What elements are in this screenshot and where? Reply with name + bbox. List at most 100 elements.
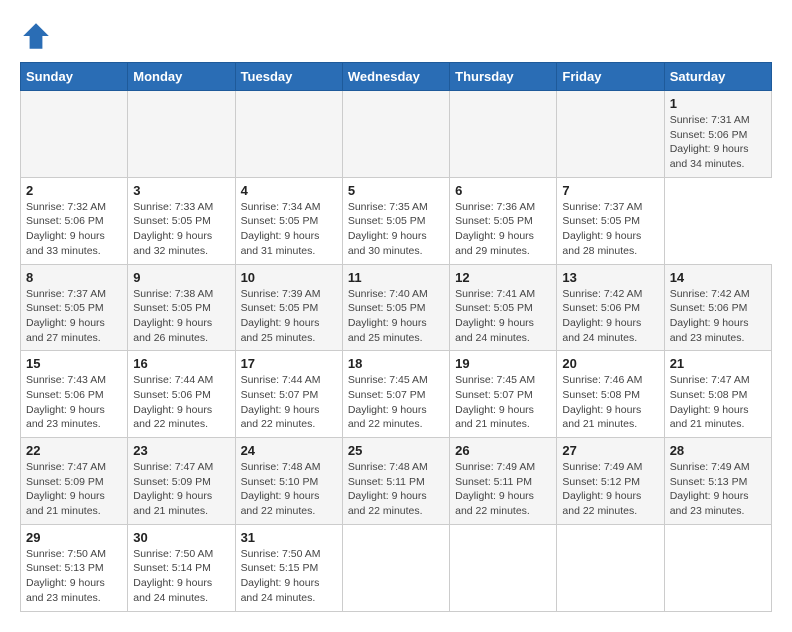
empty-cell <box>342 524 449 611</box>
day-number: 5 <box>348 183 444 198</box>
day-number: 7 <box>562 183 658 198</box>
calendar-header: SundayMondayTuesdayWednesdayThursdayFrid… <box>21 63 772 91</box>
empty-cell <box>664 524 771 611</box>
day-info: Sunrise: 7:37 AMSunset: 5:05 PMDaylight:… <box>562 200 658 259</box>
empty-cell <box>128 91 235 178</box>
day-info: Sunrise: 7:34 AMSunset: 5:05 PMDaylight:… <box>241 200 337 259</box>
day-number: 8 <box>26 270 122 285</box>
day-cell: 27 Sunrise: 7:49 AMSunset: 5:12 PMDayligh… <box>557 438 664 525</box>
day-info: Sunrise: 7:45 AMSunset: 5:07 PMDaylight:… <box>348 373 444 432</box>
day-cell: 4 Sunrise: 7:34 AMSunset: 5:05 PMDaylight… <box>235 177 342 264</box>
empty-cell <box>342 91 449 178</box>
day-number: 4 <box>241 183 337 198</box>
day-info: Sunrise: 7:32 AMSunset: 5:06 PMDaylight:… <box>26 200 122 259</box>
logo-icon <box>20 20 52 52</box>
calendar-week-row: 29Sunrise: 7:50 AMSunset: 5:13 PMDayligh… <box>21 524 772 611</box>
day-cell: 26 Sunrise: 7:49 AMSunset: 5:11 PMDayligh… <box>450 438 557 525</box>
day-number: 28 <box>670 443 766 458</box>
day-cell: 7 Sunrise: 7:37 AMSunset: 5:05 PMDaylight… <box>557 177 664 264</box>
day-number: 30 <box>133 530 229 545</box>
day-info: Sunrise: 7:31 AMSunset: 5:06 PMDaylight:… <box>670 113 766 172</box>
day-of-week-header: Thursday <box>450 63 557 91</box>
day-number: 11 <box>348 270 444 285</box>
day-number: 12 <box>455 270 551 285</box>
day-cell: 19Sunrise: 7:45 AMSunset: 5:07 PMDayligh… <box>450 351 557 438</box>
calendar-body: 1Sunrise: 7:31 AMSunset: 5:06 PMDaylight… <box>21 91 772 612</box>
day-info: Sunrise: 7:48 AMSunset: 5:11 PMDaylight:… <box>348 460 444 519</box>
day-cell: 28 Sunrise: 7:49 AMSunset: 5:13 PMDayligh… <box>664 438 771 525</box>
day-info: Sunrise: 7:37 AMSunset: 5:05 PMDaylight:… <box>26 287 122 346</box>
day-of-week-header: Friday <box>557 63 664 91</box>
day-cell: 18 Sunrise: 7:45 AMSunset: 5:07 PMDayligh… <box>342 351 449 438</box>
day-of-week-header: Monday <box>128 63 235 91</box>
day-info: Sunrise: 7:42 AMSunset: 5:06 PMDaylight:… <box>562 287 658 346</box>
day-cell: 25Sunrise: 7:48 AMSunset: 5:11 PMDayligh… <box>342 438 449 525</box>
day-cell: 30 Sunrise: 7:50 AMSunset: 5:14 PMDayligh… <box>128 524 235 611</box>
calendar-table: SundayMondayTuesdayWednesdayThursdayFrid… <box>20 62 772 612</box>
day-number: 9 <box>133 270 229 285</box>
day-cell: 15Sunrise: 7:43 AMSunset: 5:06 PMDayligh… <box>21 351 128 438</box>
day-cell: 14 Sunrise: 7:42 AMSunset: 5:06 PMDayligh… <box>664 264 771 351</box>
day-cell: 12 Sunrise: 7:41 AMSunset: 5:05 PMDayligh… <box>450 264 557 351</box>
day-number: 16 <box>133 356 229 371</box>
day-info: Sunrise: 7:38 AMSunset: 5:05 PMDaylight:… <box>133 287 229 346</box>
day-number: 26 <box>455 443 551 458</box>
day-number: 10 <box>241 270 337 285</box>
day-cell: 11 Sunrise: 7:40 AMSunset: 5:05 PMDayligh… <box>342 264 449 351</box>
empty-cell <box>450 91 557 178</box>
header <box>20 20 772 52</box>
day-info: Sunrise: 7:47 AMSunset: 5:08 PMDaylight:… <box>670 373 766 432</box>
empty-cell <box>557 524 664 611</box>
day-cell: 16 Sunrise: 7:44 AMSunset: 5:06 PMDayligh… <box>128 351 235 438</box>
day-number: 14 <box>670 270 766 285</box>
day-cell: 5 Sunrise: 7:35 AMSunset: 5:05 PMDaylight… <box>342 177 449 264</box>
day-info: Sunrise: 7:42 AMSunset: 5:06 PMDaylight:… <box>670 287 766 346</box>
calendar-week-row: 1Sunrise: 7:31 AMSunset: 5:06 PMDaylight… <box>21 91 772 178</box>
calendar-week-row: 8 Sunrise: 7:37 AMSunset: 5:05 PMDaylight… <box>21 264 772 351</box>
day-number: 19 <box>455 356 551 371</box>
day-info: Sunrise: 7:49 AMSunset: 5:13 PMDaylight:… <box>670 460 766 519</box>
day-number: 27 <box>562 443 658 458</box>
day-number: 3 <box>133 183 229 198</box>
day-cell: 1Sunrise: 7:31 AMSunset: 5:06 PMDaylight… <box>664 91 771 178</box>
day-info: Sunrise: 7:44 AMSunset: 5:06 PMDaylight:… <box>133 373 229 432</box>
day-cell: 24Sunrise: 7:48 AMSunset: 5:10 PMDayligh… <box>235 438 342 525</box>
day-cell: 20Sunrise: 7:46 AMSunset: 5:08 PMDayligh… <box>557 351 664 438</box>
day-number: 2 <box>26 183 122 198</box>
day-info: Sunrise: 7:39 AMSunset: 5:05 PMDaylight:… <box>241 287 337 346</box>
calendar-week-row: 15Sunrise: 7:43 AMSunset: 5:06 PMDayligh… <box>21 351 772 438</box>
day-cell: 22Sunrise: 7:47 AMSunset: 5:09 PMDayligh… <box>21 438 128 525</box>
day-info: Sunrise: 7:36 AMSunset: 5:05 PMDaylight:… <box>455 200 551 259</box>
day-cell: 29Sunrise: 7:50 AMSunset: 5:13 PMDayligh… <box>21 524 128 611</box>
day-number: 6 <box>455 183 551 198</box>
day-info: Sunrise: 7:35 AMSunset: 5:05 PMDaylight:… <box>348 200 444 259</box>
day-info: Sunrise: 7:49 AMSunset: 5:12 PMDaylight:… <box>562 460 658 519</box>
day-number: 13 <box>562 270 658 285</box>
day-cell: 13 Sunrise: 7:42 AMSunset: 5:06 PMDayligh… <box>557 264 664 351</box>
day-cell: 9 Sunrise: 7:38 AMSunset: 5:05 PMDaylight… <box>128 264 235 351</box>
day-cell: 2 Sunrise: 7:32 AMSunset: 5:06 PMDaylight… <box>21 177 128 264</box>
day-info: Sunrise: 7:46 AMSunset: 5:08 PMDaylight:… <box>562 373 658 432</box>
day-cell: 17Sunrise: 7:44 AMSunset: 5:07 PMDayligh… <box>235 351 342 438</box>
day-info: Sunrise: 7:40 AMSunset: 5:05 PMDaylight:… <box>348 287 444 346</box>
day-of-week-header: Sunday <box>21 63 128 91</box>
day-info: Sunrise: 7:49 AMSunset: 5:11 PMDaylight:… <box>455 460 551 519</box>
day-cell: 21Sunrise: 7:47 AMSunset: 5:08 PMDayligh… <box>664 351 771 438</box>
calendar-week-row: 22 Sunrise: 7:47 AMSunset: 5:09 PMDayligh… <box>21 438 772 525</box>
day-info: Sunrise: 7:44 AMSunset: 5:07 PMDaylight:… <box>241 373 337 432</box>
day-info: Sunrise: 7:43 AMSunset: 5:06 PMDaylight:… <box>26 373 122 432</box>
empty-cell <box>450 524 557 611</box>
day-info: Sunrise: 7:48 AMSunset: 5:10 PMDaylight:… <box>241 460 337 519</box>
day-of-week-header: Tuesday <box>235 63 342 91</box>
day-cell: 3Sunrise: 7:33 AMSunset: 5:05 PMDaylight… <box>128 177 235 264</box>
day-info: Sunrise: 7:47 AMSunset: 5:09 PMDaylight:… <box>133 460 229 519</box>
day-info: Sunrise: 7:50 AMSunset: 5:14 PMDaylight:… <box>133 547 229 606</box>
day-cell: 23Sunrise: 7:47 AMSunset: 5:09 PMDayligh… <box>128 438 235 525</box>
day-cell: 8 Sunrise: 7:37 AMSunset: 5:05 PMDaylight… <box>21 264 128 351</box>
day-number: 18 <box>348 356 444 371</box>
calendar-week-row: 2 Sunrise: 7:32 AMSunset: 5:06 PMDaylight… <box>21 177 772 264</box>
day-info: Sunrise: 7:41 AMSunset: 5:05 PMDaylight:… <box>455 287 551 346</box>
day-cell: 10 Sunrise: 7:39 AMSunset: 5:05 PMDayligh… <box>235 264 342 351</box>
day-number: 22 <box>26 443 122 458</box>
logo <box>20 20 56 52</box>
